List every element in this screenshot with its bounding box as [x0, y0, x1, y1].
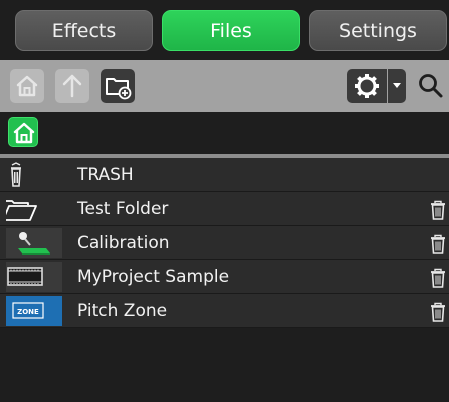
file-name: TRASH	[77, 165, 134, 185]
new-folder-button[interactable]	[101, 69, 135, 103]
file-row-test-folder[interactable]: Test Folder	[0, 192, 449, 226]
trash-icon[interactable]	[430, 234, 446, 254]
caret-down-icon	[393, 83, 401, 88]
tab-bar: Effects Files Settings	[0, 0, 449, 60]
settings-button[interactable]	[347, 69, 387, 103]
search-button[interactable]	[413, 69, 449, 103]
home-icon	[16, 75, 38, 97]
up-arrow-icon	[62, 74, 82, 98]
sample-icon	[6, 262, 62, 292]
breadcrumb-home-button[interactable]	[8, 117, 38, 147]
file-row-trash[interactable]: TRASH	[0, 158, 449, 192]
zone-icon-text: ZONE	[17, 308, 39, 316]
file-row-calibration[interactable]: Calibration	[0, 226, 449, 260]
zone-icon: ZONE	[6, 296, 62, 326]
up-button[interactable]	[55, 69, 89, 103]
trash-icon[interactable]	[430, 200, 446, 220]
file-row-pitch-zone[interactable]: ZONE Pitch Zone	[0, 294, 449, 328]
trash-icon[interactable]	[430, 302, 446, 322]
home-button[interactable]	[10, 69, 44, 103]
tab-settings[interactable]: Settings	[309, 10, 447, 51]
home-icon	[13, 122, 35, 144]
breadcrumb	[0, 112, 449, 154]
trash-can-icon	[6, 160, 62, 190]
file-row-myproject-sample[interactable]: MyProject Sample	[0, 260, 449, 294]
trash-icon[interactable]	[430, 268, 446, 288]
file-name: Calibration	[77, 233, 170, 253]
folder-icon	[6, 194, 62, 224]
file-name: Test Folder	[77, 199, 169, 219]
calibration-icon	[6, 228, 62, 258]
toolbar	[0, 60, 449, 112]
new-folder-icon	[106, 78, 132, 100]
file-name: Pitch Zone	[77, 301, 168, 321]
tab-files[interactable]: Files	[162, 10, 300, 51]
tab-effects[interactable]: Effects	[15, 10, 153, 51]
gear-icon	[355, 74, 379, 98]
search-icon	[419, 74, 443, 98]
settings-dropdown-button[interactable]	[388, 69, 406, 103]
file-name: MyProject Sample	[77, 267, 230, 287]
